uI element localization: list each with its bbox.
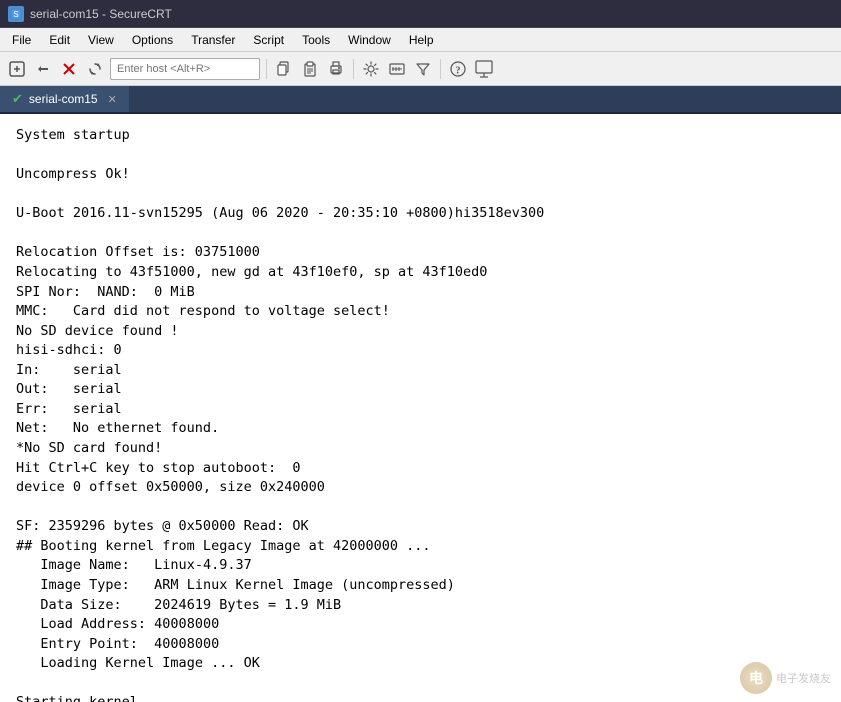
toolbar-globe-btn[interactable] [473, 58, 495, 80]
toolbar-disconnect-btn[interactable] [58, 58, 80, 80]
toolbar-map-btn[interactable] [386, 58, 408, 80]
terminal-area[interactable]: System startup Uncompress Ok! U-Boot 201… [0, 114, 841, 702]
menu-tools[interactable]: Tools [294, 31, 338, 49]
toolbar-sep-1 [266, 59, 267, 79]
toolbar-help-btn[interactable]: ? [447, 58, 469, 80]
toolbar-print-btn[interactable] [325, 58, 347, 80]
svg-text:S: S [13, 10, 18, 19]
watermark-logo: 电 [740, 662, 772, 694]
toolbar-reconnect-btn[interactable] [84, 58, 106, 80]
host-input[interactable] [110, 58, 260, 80]
toolbar-paste-btn[interactable] [299, 58, 321, 80]
tab-serial-com15[interactable]: ✔ serial-com15 ✕ [0, 86, 130, 112]
toolbar-filter-btn[interactable] [412, 58, 434, 80]
menu-options[interactable]: Options [124, 31, 181, 49]
toolbar: ? [0, 52, 841, 86]
toolbar-sep-3 [440, 59, 441, 79]
menu-help[interactable]: Help [401, 31, 442, 49]
menu-edit[interactable]: Edit [41, 31, 78, 49]
app-icon: S [8, 6, 24, 22]
watermark-text: 电子发烧友 [776, 670, 831, 686]
toolbar-connect-btn[interactable] [32, 58, 54, 80]
toolbar-sep-2 [353, 59, 354, 79]
menu-transfer[interactable]: Transfer [183, 31, 243, 49]
terminal-output: System startup Uncompress Ok! U-Boot 201… [16, 126, 825, 702]
tab-label: serial-com15 [29, 92, 98, 106]
tab-bar: ✔ serial-com15 ✕ [0, 86, 841, 114]
svg-text:?: ? [456, 65, 461, 76]
menu-window[interactable]: Window [340, 31, 399, 49]
tab-close-icon[interactable]: ✕ [108, 93, 117, 106]
toolbar-copy-btn[interactable] [273, 58, 295, 80]
menu-file[interactable]: File [4, 31, 39, 49]
menu-bar: File Edit View Options Transfer Script T… [0, 28, 841, 52]
menu-view[interactable]: View [80, 31, 122, 49]
tab-check-icon: ✔ [12, 91, 23, 107]
toolbar-settings-btn[interactable] [360, 58, 382, 80]
watermark: 电 电子发烧友 [740, 662, 831, 694]
title-bar: S serial-com15 - SecureCRT [0, 0, 841, 28]
window-title: serial-com15 - SecureCRT [30, 7, 172, 21]
toolbar-new-session-btn[interactable] [6, 58, 28, 80]
menu-script[interactable]: Script [245, 31, 292, 49]
